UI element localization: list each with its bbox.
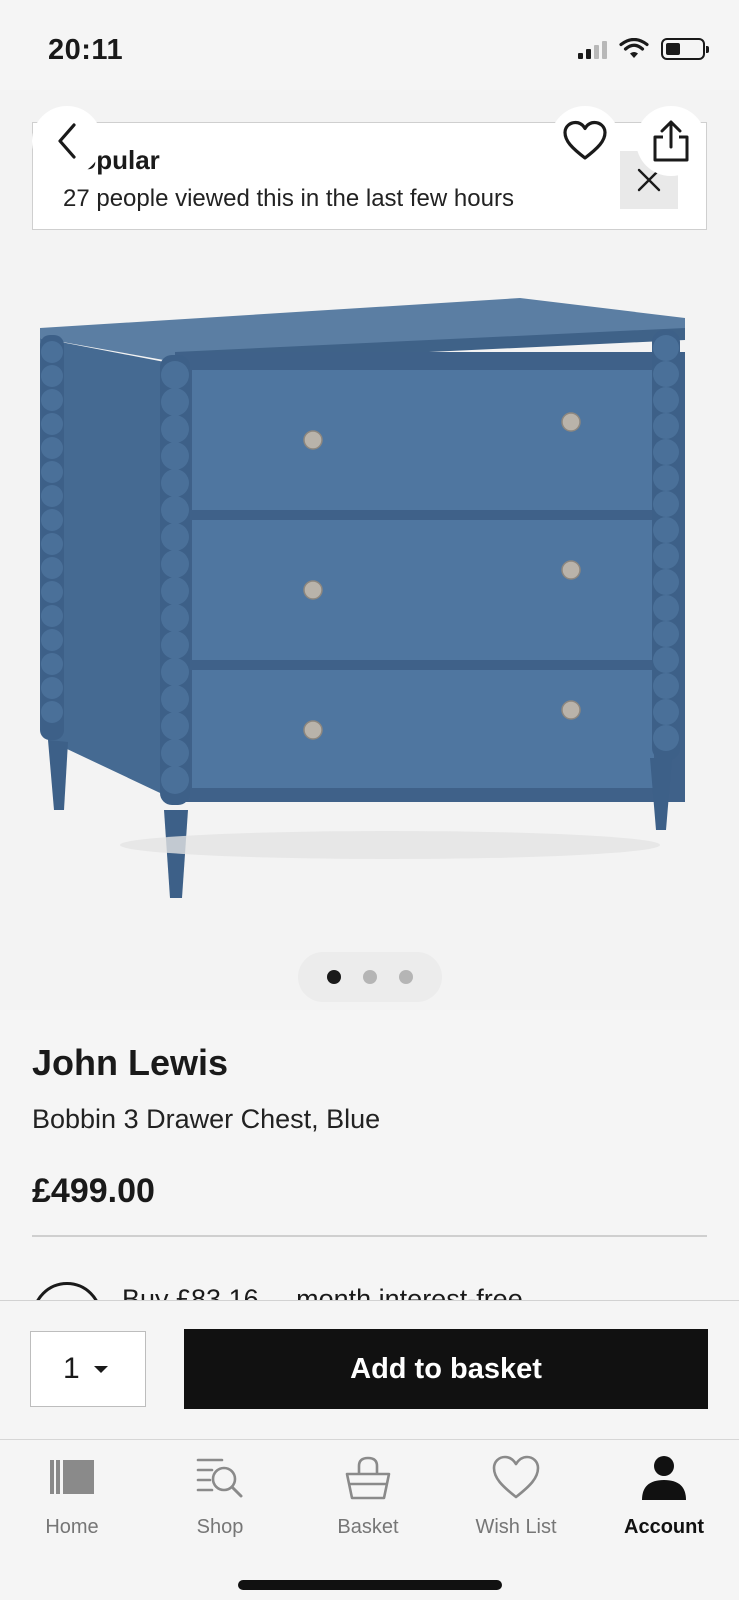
account-icon <box>642 1456 686 1500</box>
tab-account[interactable]: Account <box>604 1452 724 1539</box>
carousel-dot[interactable] <box>363 970 377 984</box>
tab-label: Wish List <box>475 1516 557 1538</box>
home-icon <box>50 1460 94 1494</box>
product-brand[interactable]: John Lewis <box>32 1042 228 1084</box>
tab-label: Shop <box>196 1516 244 1538</box>
tab-label: Account <box>624 1516 704 1538</box>
carousel-dot[interactable] <box>399 970 413 984</box>
heart-icon <box>492 1455 540 1499</box>
status-bar: 20:11 <box>0 0 739 90</box>
quantity-value: 1 <box>63 1352 80 1385</box>
finance-icon <box>32 1282 102 1300</box>
carousel-dot[interactable] <box>327 970 341 984</box>
back-button[interactable] <box>32 106 102 176</box>
basket-icon <box>345 1456 391 1500</box>
product-price: £499.00 <box>32 1172 155 1210</box>
divider <box>32 1235 707 1237</box>
product-image-area[interactable]: Popular 27 people viewed this in the las… <box>0 90 739 1010</box>
add-to-wishlist-button[interactable] <box>550 106 620 176</box>
image-carousel-dots[interactable] <box>298 952 442 1002</box>
battery-icon <box>661 38 709 60</box>
finance-promo-peek[interactable]: Buy £83.16 ... month interest-free <box>32 1278 707 1300</box>
bottom-tab-bar: Home Shop Basket Wish List Account <box>0 1439 739 1600</box>
finance-promo-text: Buy £83.16 ... month interest-free <box>122 1284 523 1300</box>
share-button[interactable] <box>636 106 706 176</box>
product-image-chest <box>40 298 685 898</box>
home-indicator[interactable] <box>238 1580 502 1590</box>
tab-shop[interactable]: Shop <box>160 1452 280 1539</box>
heart-icon <box>563 120 607 160</box>
status-time: 20:11 <box>48 34 124 66</box>
add-to-basket-button[interactable]: Add to basket <box>184 1329 708 1409</box>
tab-label: Basket <box>337 1516 399 1538</box>
add-to-basket-bar: 1 Add to basket <box>0 1300 739 1439</box>
wifi-icon <box>619 38 649 58</box>
popular-text: 27 people viewed this in the last few ho… <box>63 185 514 212</box>
tab-basket[interactable]: Basket <box>308 1452 428 1539</box>
cellular-signal-icon <box>578 39 607 59</box>
tab-home[interactable]: Home <box>12 1452 132 1539</box>
chevron-left-icon <box>58 123 76 159</box>
share-icon <box>653 120 689 162</box>
caret-down-icon <box>93 1365 108 1373</box>
tab-label: Home <box>45 1516 99 1538</box>
status-icons <box>578 38 709 60</box>
shop-search-icon <box>196 1458 243 1498</box>
quantity-select[interactable]: 1 <box>30 1331 146 1407</box>
product-name: Bobbin 3 Drawer Chest, Blue <box>32 1104 381 1134</box>
tab-wish-list[interactable]: Wish List <box>456 1452 576 1539</box>
